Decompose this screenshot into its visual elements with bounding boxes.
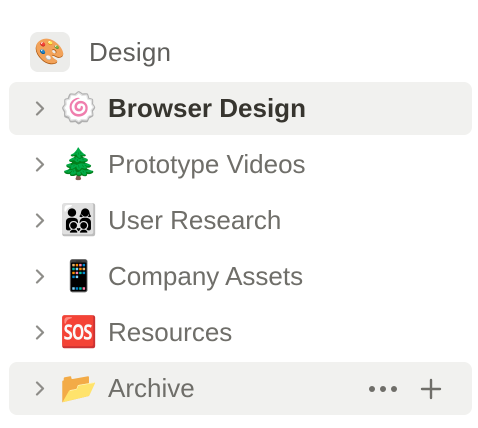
plus-icon <box>420 378 442 399</box>
mobile-phone-icon: 📱 <box>60 259 98 293</box>
sidebar-item-label: Prototype Videos <box>108 149 306 179</box>
sidebar-item-archive[interactable]: 📂 Archive <box>9 362 472 415</box>
sidebar-item-label: Archive <box>108 373 195 403</box>
more-options-button[interactable] <box>368 374 398 404</box>
chevron-right-icon[interactable] <box>33 381 47 396</box>
sidebar-item-user-research[interactable]: 👨‍👩‍👦‍👦 User Research <box>9 194 472 247</box>
sidebar-item-label: Browser Design <box>108 93 306 123</box>
section-title: Design <box>89 36 172 67</box>
chevron-right-icon[interactable] <box>33 269 47 284</box>
sidebar-item-label: User Research <box>108 205 282 235</box>
fish-cake-icon: 🍥 <box>60 91 98 125</box>
sidebar-item-prototype-videos[interactable]: 🌲 Prototype Videos <box>9 138 472 191</box>
sidebar-item-label: Resources <box>108 317 233 347</box>
chevron-right-icon[interactable] <box>33 101 47 116</box>
row-actions <box>368 362 446 415</box>
ellipsis-icon <box>369 385 397 392</box>
sidebar-section-design: 🎨 Design 🍥 Browser Design 🌲 Prototype Vi… <box>0 0 478 428</box>
add-page-button[interactable] <box>416 374 446 404</box>
chevron-right-icon[interactable] <box>33 325 47 340</box>
sidebar-item-browser-design[interactable]: 🍥 Browser Design <box>9 82 472 135</box>
family-icon: 👨‍👩‍👦‍👦 <box>60 203 98 237</box>
sidebar-item-label: Company Assets <box>108 261 304 291</box>
chevron-right-icon[interactable] <box>33 213 47 228</box>
section-header[interactable]: 🎨 Design <box>30 30 171 74</box>
sidebar-item-company-assets[interactable]: 📱 Company Assets <box>9 250 472 303</box>
chevron-right-icon[interactable] <box>33 157 47 172</box>
open-folder-icon: 📂 <box>60 371 98 405</box>
sos-icon: 🆘 <box>60 315 98 349</box>
sidebar-item-resources[interactable]: 🆘 Resources <box>9 306 472 359</box>
evergreen-tree-icon: 🌲 <box>60 147 98 181</box>
palette-icon: 🎨 <box>30 32 70 72</box>
